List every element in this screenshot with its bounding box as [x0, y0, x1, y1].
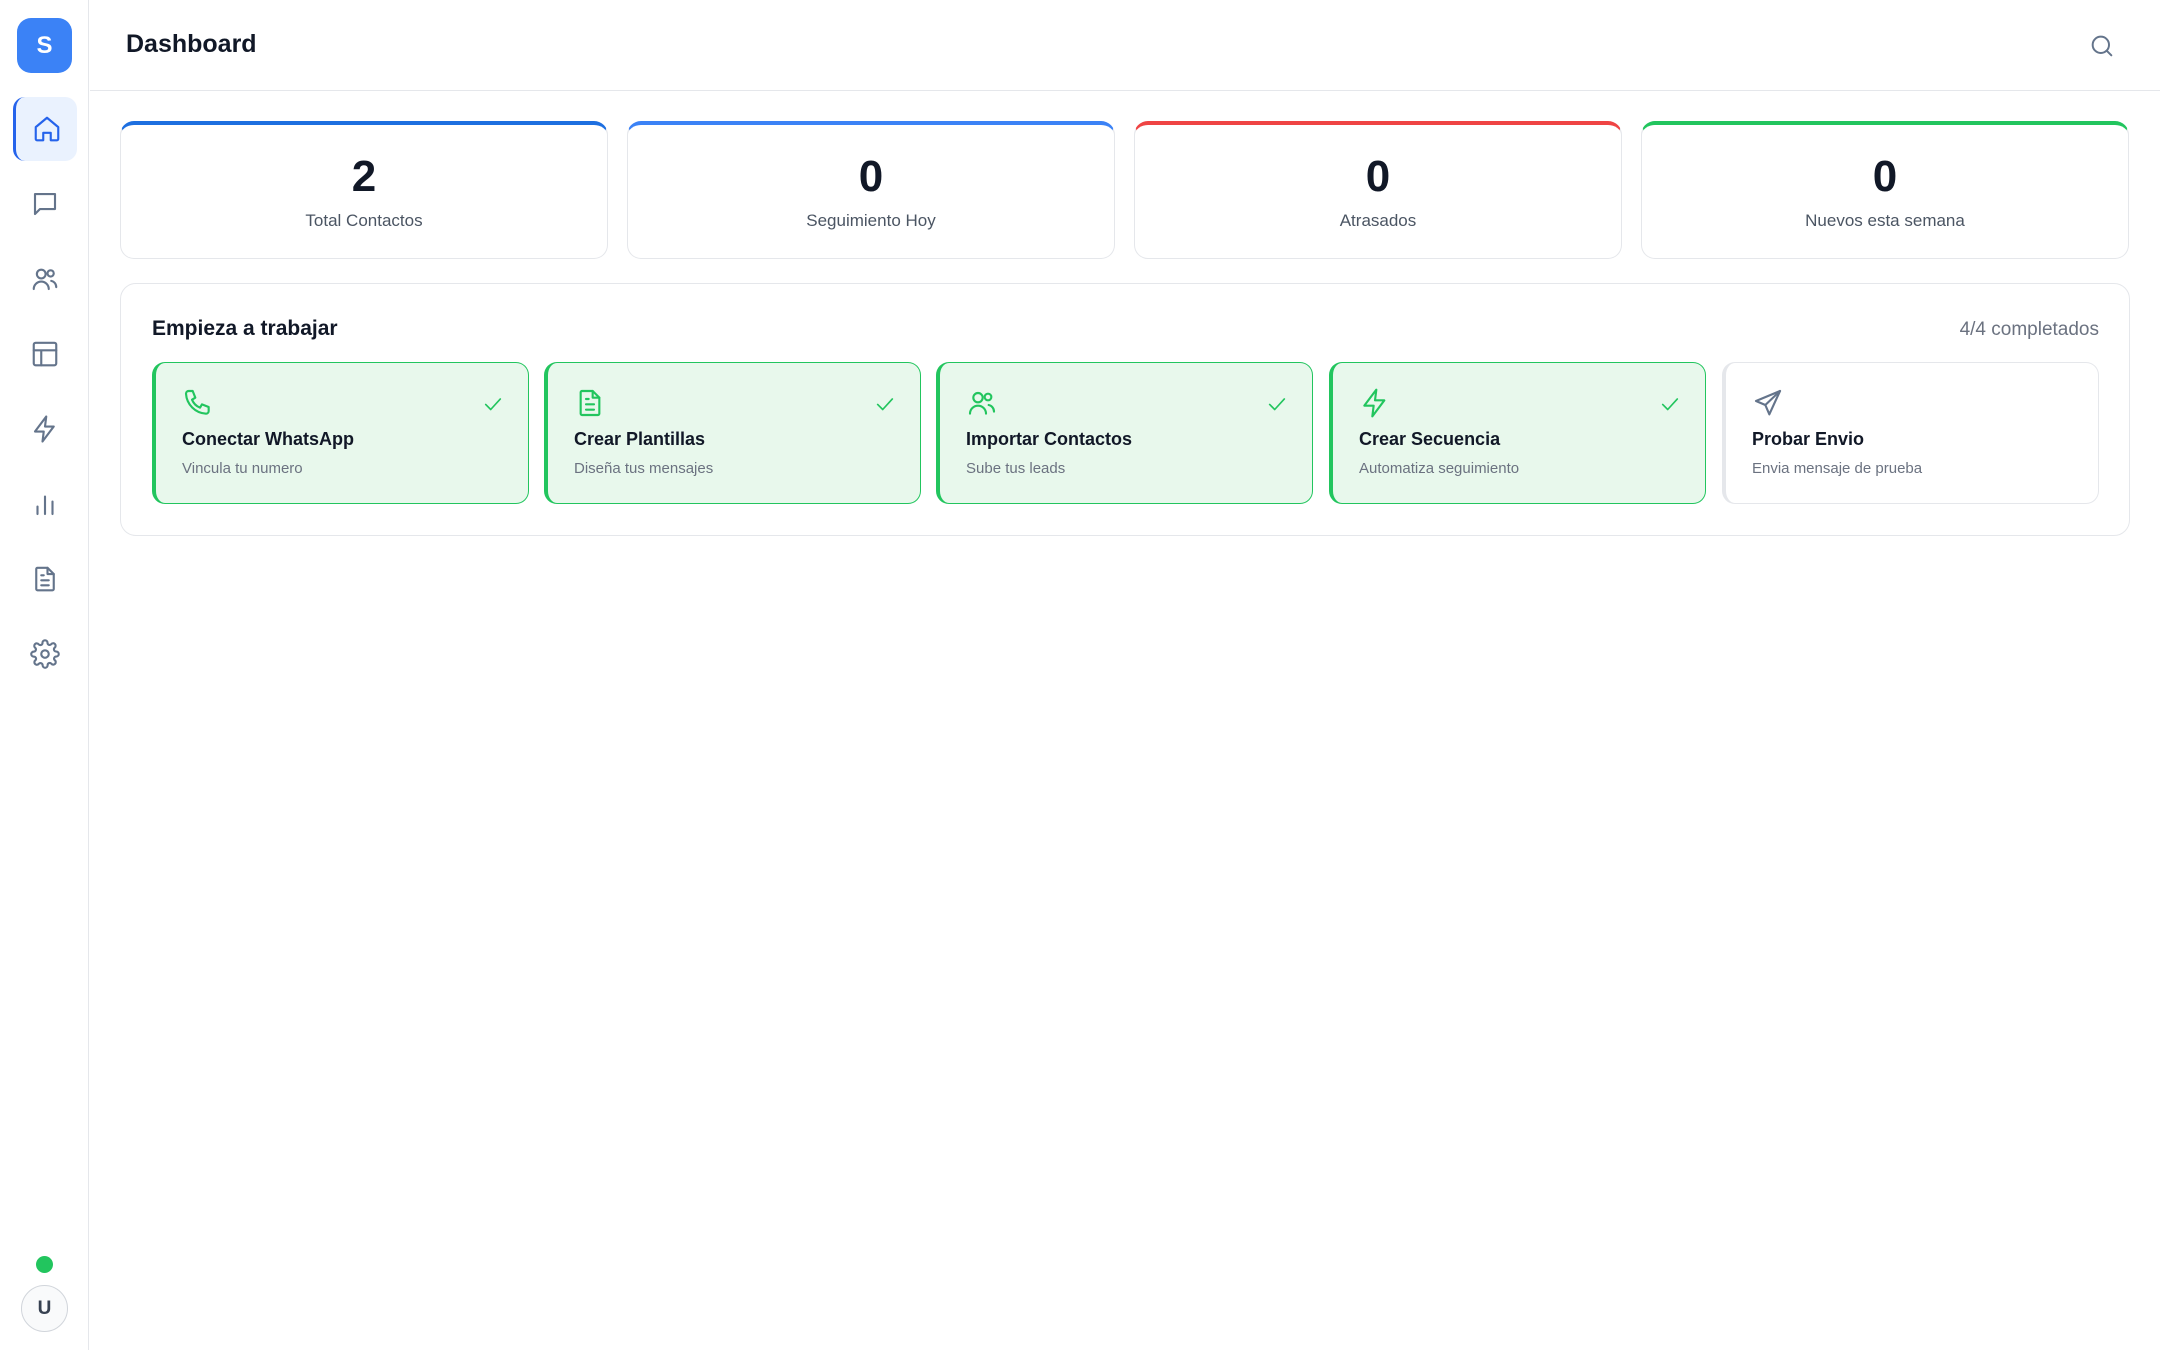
stat-label: Nuevos esta semana [1805, 211, 1965, 230]
stat-label: Total Contactos [305, 211, 423, 230]
app-logo[interactable]: S [17, 18, 72, 73]
step-crear-secuencia[interactable]: Crear Secuencia Automatiza seguimiento [1329, 362, 1706, 504]
users-icon [32, 268, 58, 291]
stat-card-seguimiento-hoy: 0 Seguimiento Hoy [627, 121, 1115, 259]
check-icon [1659, 393, 1681, 415]
step-importar-contactos[interactable]: Importar Contactos Sube tus leads [936, 362, 1313, 504]
phone-icon [182, 387, 214, 419]
sidebar-item-templates[interactable] [13, 547, 77, 611]
home-icon [34, 116, 59, 142]
step-description: Envia mensaje de prueba [1752, 460, 1923, 477]
check-icon [1266, 393, 1288, 415]
stat-value: 0 [858, 152, 884, 201]
stat-value: 0 [1872, 152, 1898, 201]
step-probar-envio[interactable]: Probar Envio Envia mensaje de prueba [1722, 362, 2099, 504]
document-icon [574, 387, 606, 419]
sidebar-item-messages[interactable] [13, 172, 77, 236]
bar-chart-icon [36, 495, 54, 516]
stat-label: Atrasados [1339, 211, 1417, 230]
step-crear-plantillas[interactable]: Crear Plantillas Diseña tus mensajes [544, 362, 921, 504]
stat-card-nuevos-semana: 0 Nuevos esta semana [1641, 121, 2129, 259]
app: S U Dashboard 2 Total Contactos 0 Seguim… [0, 0, 2160, 1350]
step-title: Probar Envio [1752, 429, 1865, 449]
chat-icon [33, 192, 57, 216]
page-title: Dashboard [126, 30, 257, 58]
gear-icon [30, 639, 60, 669]
header: Dashboard [90, 0, 2160, 91]
sidebar-item-settings[interactable] [13, 622, 77, 686]
onboarding-progress: 4/4 completados [1959, 319, 2099, 340]
stat-card-atrasados: 0 Atrasados [1134, 121, 1622, 259]
sidebar: S U [0, 0, 89, 1350]
online-status-indicator [36, 1256, 53, 1273]
sidebar-item-home[interactable] [13, 97, 77, 161]
users-icon [966, 387, 998, 419]
bolt-icon [1359, 387, 1391, 419]
step-description: Sube tus leads [966, 460, 1066, 477]
bolt-icon [33, 415, 55, 443]
sidebar-item-analytics[interactable] [13, 472, 77, 536]
onboarding-panel: Empieza a trabajar 4/4 completados Conec… [120, 283, 2130, 536]
send-icon [1752, 387, 1784, 419]
stat-value: 2 [351, 152, 377, 201]
stat-card-total-contactos: 2 Total Contactos [120, 121, 608, 259]
step-title: Crear Plantillas [574, 429, 706, 449]
search-icon [2091, 35, 2113, 57]
stat-label: Seguimiento Hoy [806, 211, 936, 230]
check-icon [874, 393, 896, 415]
check-icon [482, 393, 504, 415]
onboarding-title: Empieza a trabajar [152, 317, 338, 340]
step-description: Vincula tu numero [182, 460, 303, 477]
user-avatar[interactable]: U [21, 1285, 68, 1332]
table-icon [32, 341, 58, 367]
document-icon [35, 566, 55, 592]
sidebar-item-table[interactable] [13, 322, 77, 386]
step-conectar-whatsapp[interactable]: Conectar WhatsApp Vincula tu numero [152, 362, 529, 504]
sidebar-item-contacts[interactable] [13, 247, 77, 311]
stat-value: 0 [1365, 152, 1391, 201]
sidebar-item-automations[interactable] [13, 397, 77, 461]
step-description: Automatiza seguimiento [1359, 460, 1520, 477]
search-button[interactable] [2084, 28, 2120, 64]
step-title: Importar Contactos [966, 429, 1133, 449]
step-title: Crear Secuencia [1359, 429, 1501, 449]
step-description: Diseña tus mensajes [574, 460, 714, 477]
step-title: Conectar WhatsApp [182, 429, 355, 449]
